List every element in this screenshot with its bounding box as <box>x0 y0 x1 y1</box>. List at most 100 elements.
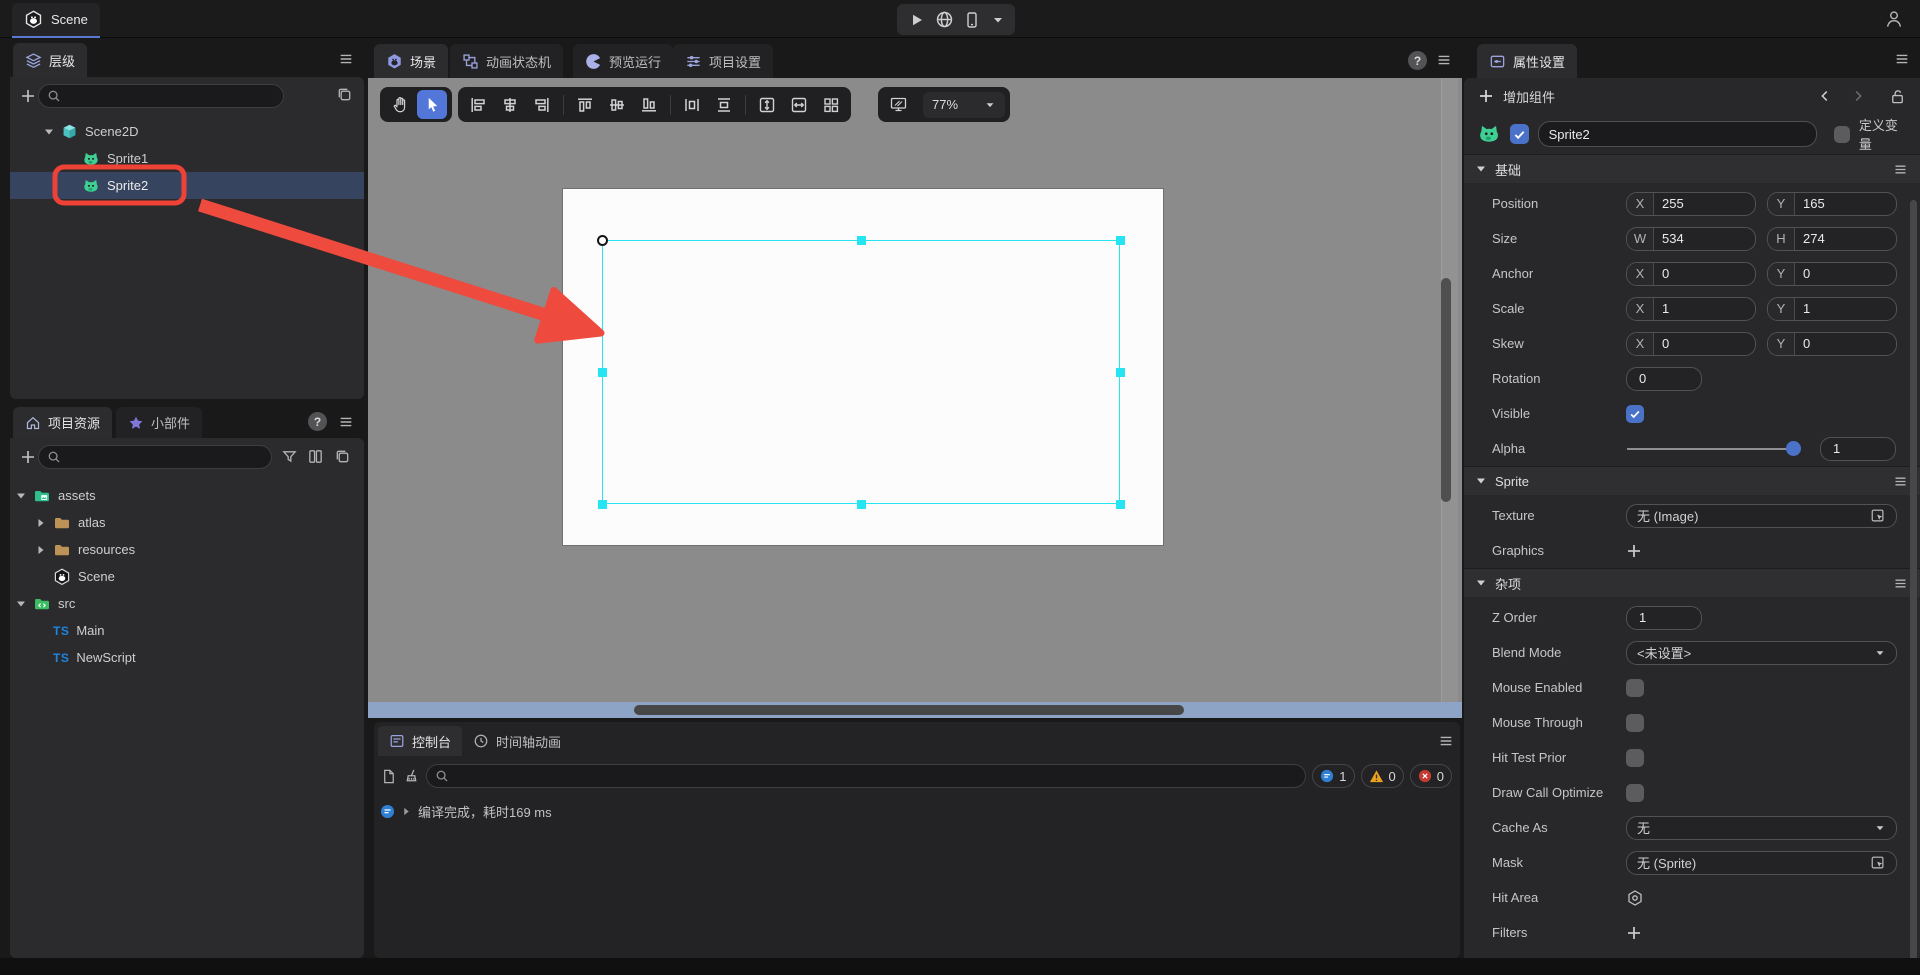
scale-x-input[interactable] <box>1654 301 1755 316</box>
align-right-button[interactable] <box>527 90 557 119</box>
visible-checkbox[interactable] <box>1626 405 1644 423</box>
assets-filter-button[interactable] <box>281 448 298 465</box>
size-w-field[interactable]: W <box>1626 227 1756 251</box>
scale-y-field[interactable]: Y <box>1767 297 1897 321</box>
select-tool-button[interactable] <box>417 90 447 119</box>
tab-project-settings[interactable]: 项目设置 <box>673 44 773 78</box>
selection-handle-top-right[interactable] <box>1116 236 1125 245</box>
tab-anim-state-machine[interactable]: 动画状态机 <box>450 44 563 78</box>
draw-call-optimize-checkbox[interactable] <box>1626 784 1644 802</box>
viewport-hscroll-thumb[interactable] <box>634 705 1184 715</box>
tree-item-main[interactable]: TS Main <box>10 617 364 644</box>
tab-preview-run[interactable]: 预览运行 <box>573 44 673 78</box>
zoom-level-dropdown[interactable]: 77% <box>923 92 1005 118</box>
add-graphics-button[interactable] <box>1626 543 1642 559</box>
lock-inspector-button[interactable] <box>1889 88 1906 105</box>
selection-handle-bottom-right[interactable] <box>1116 500 1125 509</box>
info-count-badge[interactable]: 1 <box>1312 764 1354 788</box>
anchor-y-input[interactable] <box>1795 266 1896 281</box>
size-w-input[interactable] <box>1654 231 1755 246</box>
tree-item-assets[interactable]: assets <box>10 482 364 509</box>
hierarchy-search-input[interactable] <box>67 89 275 104</box>
expand-caret-icon[interactable] <box>16 491 26 501</box>
hit-test-prior-checkbox[interactable] <box>1626 749 1644 767</box>
tab-property-settings[interactable]: 属性设置 <box>1477 44 1577 78</box>
skew-y-input[interactable] <box>1795 336 1896 351</box>
grid-layout-button[interactable] <box>816 90 846 119</box>
hit-area-picker-button[interactable] <box>1626 889 1644 907</box>
screen-adapt-button[interactable] <box>883 90 913 119</box>
node-active-checkbox[interactable] <box>1510 124 1529 144</box>
collapsed-caret-icon[interactable] <box>36 545 46 555</box>
warning-count-badge[interactable]: 0 <box>1361 764 1404 788</box>
nav-back-button[interactable] <box>1817 88 1833 104</box>
anchor-x-field[interactable]: X <box>1626 262 1756 286</box>
selection-handle-bottom-mid[interactable] <box>857 500 866 509</box>
tree-item-src[interactable]: src <box>10 590 364 617</box>
hierarchy-duplicate-button[interactable] <box>336 86 353 103</box>
position-y-field[interactable]: Y <box>1767 192 1897 216</box>
fit-width-button[interactable] <box>784 90 814 119</box>
play-button[interactable] <box>907 11 925 29</box>
anchor-x-input[interactable] <box>1654 266 1755 281</box>
inspector-menu-button[interactable] <box>1894 51 1910 67</box>
section-misc-menu-button[interactable] <box>1893 576 1908 591</box>
position-x-input[interactable] <box>1654 196 1755 211</box>
expand-caret-icon[interactable] <box>44 127 54 137</box>
mouse-enabled-checkbox[interactable] <box>1626 679 1644 697</box>
tree-item-scene-asset[interactable]: Scene <box>10 563 364 590</box>
expand-caret-icon[interactable] <box>16 599 26 609</box>
z-order-field[interactable] <box>1626 606 1702 630</box>
tab-widgets[interactable]: 小部件 <box>116 407 202 438</box>
section-sprite-menu-button[interactable] <box>1893 474 1908 489</box>
selection-handle-right-mid[interactable] <box>1116 368 1125 377</box>
copy-log-button[interactable] <box>380 768 397 785</box>
align-h-center-button[interactable] <box>495 90 525 119</box>
node-name-input[interactable] <box>1538 121 1817 147</box>
position-y-input[interactable] <box>1795 196 1896 211</box>
scene-help-button[interactable]: ? <box>1408 51 1427 70</box>
preview-web-globe-icon[interactable] <box>935 10 954 29</box>
mask-field[interactable]: 无 (Sprite) <box>1626 851 1897 875</box>
assets-duplicate-button[interactable] <box>334 448 351 465</box>
assets-search[interactable] <box>38 445 272 469</box>
section-caret-icon[interactable] <box>1476 578 1486 588</box>
distribute-vertical-button[interactable] <box>709 90 739 119</box>
assets-help-button[interactable]: ? <box>308 412 327 431</box>
selection-handle-bottom-left[interactable] <box>598 500 607 509</box>
section-caret-icon[interactable] <box>1476 476 1486 486</box>
define-variable-checkbox[interactable] <box>1834 126 1850 143</box>
tree-item-newscript[interactable]: TS NewScript <box>10 644 364 671</box>
alpha-slider-track[interactable] <box>1627 448 1793 450</box>
section-misc-header[interactable]: 杂项 <box>1464 568 1920 597</box>
selection-rect[interactable] <box>602 240 1120 504</box>
scene-menu-button[interactable] <box>1436 52 1452 68</box>
skew-y-field[interactable]: Y <box>1767 332 1897 356</box>
error-count-badge[interactable]: 0 <box>1410 764 1452 788</box>
cache-as-dropdown[interactable]: 无 <box>1626 816 1897 840</box>
add-node-button[interactable] <box>18 86 38 106</box>
viewport-vscroll-thumb[interactable] <box>1441 278 1451 502</box>
texture-field[interactable]: 无 (Image) <box>1626 504 1897 528</box>
position-x-field[interactable]: X <box>1626 192 1756 216</box>
align-left-button[interactable] <box>463 90 493 119</box>
add-component-button[interactable] <box>1478 88 1494 104</box>
tab-timeline-animation[interactable]: 时间轴动画 <box>462 726 572 756</box>
alpha-value-field[interactable] <box>1820 437 1896 461</box>
skew-x-input[interactable] <box>1654 336 1755 351</box>
console-menu-button[interactable] <box>1438 733 1454 749</box>
assets-menu-button[interactable] <box>338 414 354 430</box>
add-asset-button[interactable] <box>18 447 38 467</box>
hierarchy-menu-button[interactable] <box>338 51 354 67</box>
user-account-button[interactable] <box>1882 7 1906 31</box>
anchor-y-field[interactable]: Y <box>1767 262 1897 286</box>
pan-tool-button[interactable] <box>385 90 415 119</box>
collapsed-caret-icon[interactable] <box>36 518 46 528</box>
tree-item-scene2d[interactable]: Scene2D <box>10 118 364 145</box>
console-search-input[interactable] <box>455 769 1297 784</box>
tab-console[interactable]: 控制台 <box>378 726 462 756</box>
preview-options-dropdown[interactable] <box>991 13 1005 27</box>
fit-height-button[interactable] <box>752 90 782 119</box>
section-basic-header[interactable]: 基础 <box>1464 154 1920 183</box>
asset-picker-icon[interactable] <box>1870 855 1886 871</box>
